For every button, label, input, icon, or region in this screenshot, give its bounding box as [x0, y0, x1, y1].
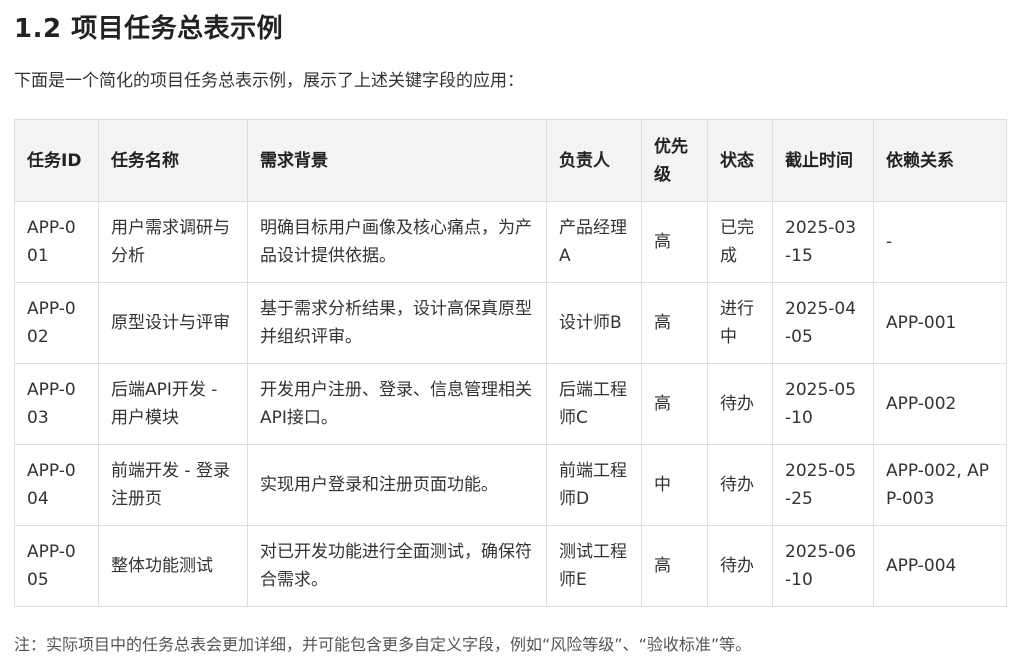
header-deadline: 截止时间 [772, 119, 874, 202]
cell-deadline: 2025-03-15 [772, 201, 874, 283]
header-owner: 负责人 [546, 119, 642, 202]
cell-owner: 后端工程师C [546, 363, 642, 445]
cell-background: 开发用户注册、登录、信息管理相关API接口。 [247, 363, 547, 445]
cell-priority: 高 [641, 363, 708, 445]
cell-dependencies: APP-002, APP-003 [873, 444, 1007, 526]
cell-background: 对已开发功能进行全面测试，确保符合需求。 [247, 525, 547, 607]
cell-priority: 中 [641, 444, 708, 526]
cell-background: 实现用户登录和注册页面功能。 [247, 444, 547, 526]
header-status: 状态 [707, 119, 773, 202]
table-row: APP-005 整体功能测试 对已开发功能进行全面测试，确保符合需求。 测试工程… [14, 525, 1007, 607]
cell-background: 明确目标用户画像及核心痛点，为产品设计提供依据。 [247, 201, 547, 283]
cell-priority: 高 [641, 201, 708, 283]
cell-deadline: 2025-04-05 [772, 282, 874, 364]
table-row: APP-004 前端开发 - 登录注册页 实现用户登录和注册页面功能。 前端工程… [14, 444, 1007, 526]
cell-owner: 产品经理A [546, 201, 642, 283]
header-priority: 优先级 [641, 119, 708, 202]
cell-task-id: APP-001 [14, 201, 99, 283]
cell-task-id: APP-004 [14, 444, 99, 526]
cell-task-name: 用户需求调研与分析 [98, 201, 248, 283]
cell-background: 基于需求分析结果，设计高保真原型并组织评审。 [247, 282, 547, 364]
cell-deadline: 2025-05-25 [772, 444, 874, 526]
cell-status: 待办 [707, 444, 773, 526]
cell-dependencies: - [873, 201, 1007, 283]
cell-task-id: APP-005 [14, 525, 99, 607]
cell-status: 待办 [707, 525, 773, 607]
cell-dependencies: APP-002 [873, 363, 1007, 445]
document-page: 1.2 项目任务总表示例 下面是一个简化的项目任务总表示例，展示了上述关键字段的… [0, 0, 1020, 666]
cell-owner: 前端工程师D [546, 444, 642, 526]
header-dependencies: 依赖关系 [873, 119, 1007, 202]
section-title: 1.2 项目任务总表示例 [14, 14, 284, 44]
cell-deadline: 2025-05-10 [772, 363, 874, 445]
table-row: APP-001 用户需求调研与分析 明确目标用户画像及核心痛点，为产品设计提供依… [14, 201, 1007, 283]
footnote: 注：实际项目中的任务总表会更加详细，并可能包含更多自定义字段，例如“风险等级”、… [14, 635, 752, 654]
header-task-name: 任务名称 [98, 119, 248, 202]
cell-task-name: 整体功能测试 [98, 525, 248, 607]
cell-task-name: 后端API开发 - 用户模块 [98, 363, 248, 445]
table-row: APP-002 原型设计与评审 基于需求分析结果，设计高保真原型并组织评审。 设… [14, 282, 1007, 364]
cell-task-name: 原型设计与评审 [98, 282, 248, 364]
cell-task-name: 前端开发 - 登录注册页 [98, 444, 248, 526]
task-table: 任务ID 任务名称 需求背景 负责人 优先级 状态 截止时间 依赖关系 APP-… [14, 119, 1007, 607]
cell-task-id: APP-003 [14, 363, 99, 445]
cell-priority: 高 [641, 282, 708, 364]
cell-status: 已完成 [707, 201, 773, 283]
cell-task-id: APP-002 [14, 282, 99, 364]
cell-status: 进行中 [707, 282, 773, 364]
intro-text: 下面是一个简化的项目任务总表示例，展示了上述关键字段的应用： [14, 71, 524, 91]
header-background: 需求背景 [247, 119, 547, 202]
cell-deadline: 2025-06-10 [772, 525, 874, 607]
cell-dependencies: APP-001 [873, 282, 1007, 364]
table-header-row: 任务ID 任务名称 需求背景 负责人 优先级 状态 截止时间 依赖关系 [14, 119, 1007, 202]
cell-owner: 设计师B [546, 282, 642, 364]
cell-priority: 高 [641, 525, 708, 607]
cell-status: 待办 [707, 363, 773, 445]
table-row: APP-003 后端API开发 - 用户模块 开发用户注册、登录、信息管理相关A… [14, 363, 1007, 445]
header-task-id: 任务ID [14, 119, 99, 202]
cell-dependencies: APP-004 [873, 525, 1007, 607]
cell-owner: 测试工程师E [546, 525, 642, 607]
